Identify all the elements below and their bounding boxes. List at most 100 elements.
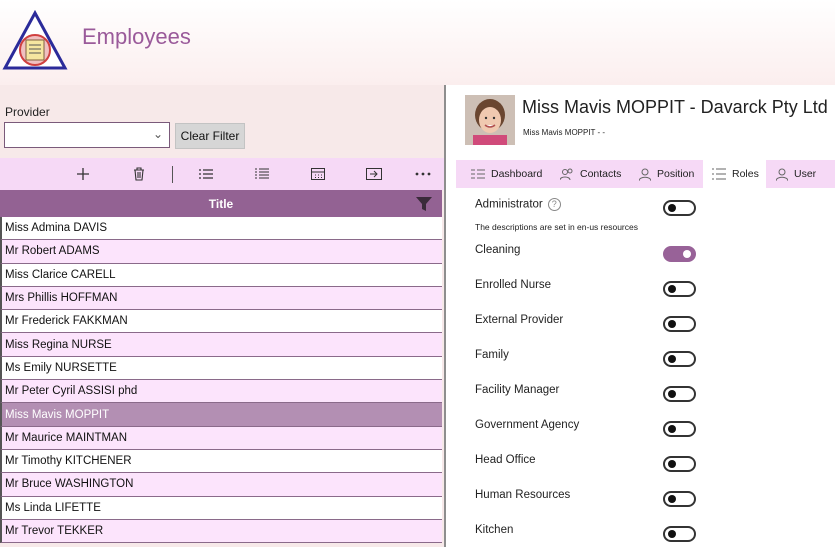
table-row[interactable]: Mr Robert ADAMS [0,240,442,264]
toggle-knob [668,390,676,398]
row-title: Ms Linda LIFETTE [5,501,101,514]
row-title: Mr Timothy KITCHENER [5,455,132,468]
dashboard-icon [471,169,485,179]
page-title: Employees [82,24,191,49]
employee-list-pane: Provider ⌄ Clear Filter Title Miss Admin… [0,85,444,547]
detail-tabs: Dashboard Contacts Position Roles User [456,160,835,188]
row-title: Mr Robert ADAMS [5,245,100,258]
tab-dashboard[interactable]: Dashboard [471,160,555,188]
roles-list-icon [712,168,726,180]
pane-splitter[interactable] [444,85,446,547]
role-label-head-office: Head Office [475,454,536,466]
tab-user[interactable]: User [776,160,835,188]
tab-contacts[interactable]: Contacts [560,160,630,188]
table-row[interactable]: Miss Regina NURSE [0,333,442,357]
toggle-knob [668,320,676,328]
table-row[interactable]: Mr Timothy KITCHENER [0,449,442,474]
contacts-icon [560,168,573,180]
toggle-knob [668,285,676,293]
row-title: Ms Emily NURSETTE [5,361,117,374]
row-title: Mr Peter Cyril ASSISI phd [5,385,138,398]
list-toolbar [0,158,444,190]
tab-label: User [794,168,817,180]
roles-note: The descriptions are set in en-us resour… [475,222,638,232]
tab-roles[interactable]: Roles [703,160,766,188]
role-label-text: Administrator [475,198,543,211]
provider-dropdown[interactable]: ⌄ [4,122,170,148]
table-row[interactable]: Mr Bruce WASHINGTON [0,473,442,497]
toggle-knob [668,425,676,433]
table-row[interactable]: Mr Peter Cyril ASSISI phd [0,380,442,404]
delete-icon[interactable] [127,164,151,184]
table-row[interactable]: Miss Clarice CARELL [0,263,442,287]
person-name: Miss Mavis MOPPIT - Davarck Pty Ltd [522,97,828,117]
role-label-government-agency: Government Agency [475,419,580,431]
toggle-knob [668,495,676,503]
table-row[interactable]: Ms Emily NURSETTE [0,356,442,381]
column-title: Title [208,196,234,211]
person-icon [639,168,651,181]
calculator-icon[interactable] [306,164,330,184]
role-label-enrolled-nurse: Enrolled Nurse [475,279,552,291]
export-icon[interactable] [362,164,386,184]
row-title: Mr Bruce WASHINGTON [5,478,134,491]
list-view-icon[interactable] [194,164,218,184]
provider-label: Provider [5,105,50,119]
toggle-knob [683,250,691,258]
toggle-cleaning[interactable] [663,246,696,262]
tab-label: Position [657,168,695,180]
more-icon[interactable] [411,164,435,184]
add-icon[interactable] [71,164,95,184]
filter-icon[interactable] [416,197,432,211]
toggle-government-agency[interactable] [663,421,696,437]
toggle-knob [668,204,676,212]
toolbar-separator [172,166,173,183]
toggle-kitchen[interactable] [663,526,696,542]
person-subtitle: Miss Mavis MOPPIT - - [523,128,606,137]
table-row[interactable]: Mr Frederick FAKKMAN [0,310,442,334]
row-title: Miss Mavis MOPPIT [5,408,110,421]
toggle-external-provider[interactable] [663,316,696,332]
role-label-cleaning: Cleaning [475,244,521,256]
table-row[interactable]: Ms Linda LIFETTE [0,496,442,520]
app-logo [2,10,68,70]
grid-column-header[interactable]: Title [0,190,442,217]
row-title: Mrs Phillis HOFFMAN [5,292,118,305]
employee-detail-pane: Miss Mavis MOPPIT - Davarck Pty Ltd Miss… [456,85,835,547]
toggle-family[interactable] [663,351,696,367]
row-title: Mr Trevor TEKKER [5,525,104,537]
table-row[interactable]: Mr Trevor TEKKER [0,519,442,544]
tab-position[interactable]: Position [639,160,707,188]
role-label-human-resources: Human Resources [475,489,571,501]
toggle-knob [668,530,676,538]
avatar [465,95,515,145]
employee-rows: Miss Admina DAVIS Mr Robert ADAMS Miss C… [0,217,442,544]
row-title: Mr Maurice MAINTMAN [5,431,128,444]
toggle-enrolled-nurse[interactable] [663,281,696,297]
clear-filter-button[interactable]: Clear Filter [175,123,245,149]
row-title: Miss Regina NURSE [5,338,112,351]
toggle-head-office[interactable] [663,456,696,472]
row-title: Miss Clarice CARELL [5,268,116,281]
app-header: Employees [0,0,835,85]
tab-label: Roles [732,168,759,180]
toggle-facility-manager[interactable] [663,386,696,402]
detail-header: Miss Mavis MOPPIT - Davarck Pty Ltd Miss… [456,85,835,153]
table-row[interactable]: Mrs Phillis HOFFMAN [0,286,442,311]
role-label-kitchen: Kitchen [475,524,514,536]
table-row[interactable]: Miss Mavis MOPPIT [0,403,442,427]
details-view-icon[interactable] [250,164,274,184]
table-row[interactable]: Miss Admina DAVIS [0,217,442,241]
table-row[interactable]: Mr Maurice MAINTMAN [0,426,442,450]
toggle-knob [668,355,676,363]
toggle-administrator[interactable] [663,200,696,216]
toggle-knob [668,460,676,468]
toggle-human-resources[interactable] [663,491,696,507]
role-label-external-provider: External Provider [475,314,564,326]
row-title: Miss Admina DAVIS [5,222,108,235]
row-title: Mr Frederick FAKKMAN [5,315,128,328]
role-label-administrator: Administrator? [475,198,561,211]
help-icon[interactable]: ? [547,198,561,211]
chevron-down-icon: ⌄ [152,127,163,141]
role-label-facility-manager: Facility Manager [475,384,560,396]
